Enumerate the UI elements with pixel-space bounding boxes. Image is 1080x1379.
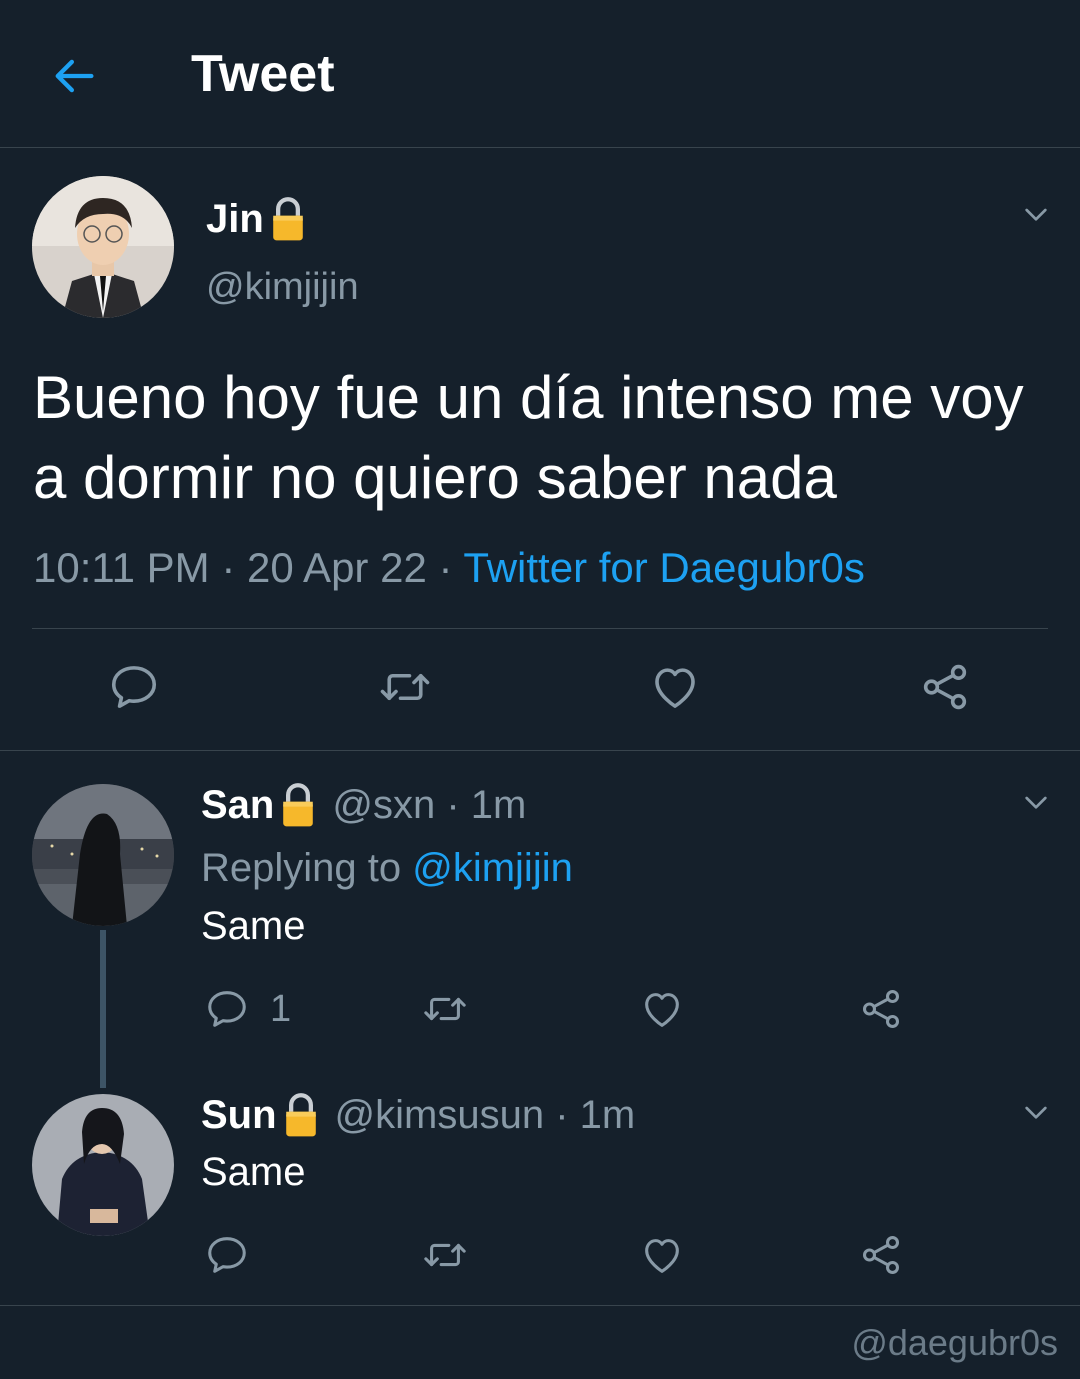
lock-icon — [281, 1092, 321, 1138]
reply-button[interactable]: 1 — [204, 986, 291, 1032]
tweet-text: Bueno hoy fue un día intenso me voy a do… — [33, 364, 1024, 511]
reply-header: Sun @kimsusun · 1m — [201, 1092, 635, 1138]
speech-bubble-icon — [204, 1232, 250, 1278]
reply-button[interactable] — [204, 1232, 250, 1278]
share-icon — [858, 1232, 904, 1278]
avatar[interactable] — [32, 1094, 174, 1236]
like-button[interactable] — [648, 660, 702, 714]
retweet-icon — [376, 660, 434, 714]
tweet-meta: 10:11 PM · 20 Apr 22 · Twitter for Daegu… — [33, 544, 865, 592]
retweet-icon — [420, 1232, 470, 1278]
author-handle[interactable]: @kimjijin — [206, 266, 359, 309]
reply-handle[interactable]: @kimsusun · 1m — [335, 1093, 636, 1138]
reply-handle[interactable]: @sxn · 1m — [332, 783, 526, 828]
avatar[interactable] — [32, 784, 174, 926]
chevron-down-icon[interactable] — [1020, 1096, 1052, 1128]
replying-to: Replying to @kimjijin — [201, 846, 573, 891]
retweet-button[interactable] — [420, 1232, 470, 1278]
chevron-down-icon[interactable] — [1020, 198, 1052, 230]
tweet-time: 10:11 PM — [33, 544, 210, 591]
share-icon — [918, 660, 972, 714]
thread-line — [100, 930, 106, 1088]
watermark: @daegubr0s — [851, 1322, 1058, 1363]
client-link[interactable]: Twitter for Daegubr0s — [463, 544, 865, 591]
divider — [0, 750, 1080, 751]
reply-text: Same — [201, 1150, 306, 1194]
heart-icon — [639, 1232, 685, 1278]
retweet-icon — [420, 986, 470, 1032]
reply-author-name[interactable]: San — [201, 783, 274, 828]
avatar[interactable] — [32, 176, 174, 318]
top-bar: Tweet — [0, 0, 1080, 148]
heart-icon — [639, 986, 685, 1032]
chevron-down-icon[interactable] — [1020, 786, 1052, 818]
tweet-date: 20 Apr 22 — [246, 544, 427, 591]
speech-bubble-icon — [204, 986, 250, 1032]
retweet-button[interactable] — [420, 986, 470, 1032]
share-button[interactable] — [858, 1232, 904, 1278]
lock-icon — [268, 196, 308, 242]
lock-icon — [278, 782, 318, 828]
share-button[interactable] — [918, 660, 972, 714]
like-button[interactable] — [639, 986, 685, 1032]
divider — [0, 1305, 1080, 1306]
reply-author-name[interactable]: Sun — [201, 1093, 277, 1138]
author-name: Jin — [206, 196, 264, 241]
share-icon — [858, 986, 904, 1032]
arrow-left-icon — [55, 59, 94, 93]
mention-link[interactable]: @kimjijin — [412, 846, 573, 890]
replying-to-label: Replying to — [201, 846, 413, 890]
meta-separator: · — [426, 544, 464, 591]
speech-bubble-icon — [107, 660, 161, 714]
like-button[interactable] — [639, 1232, 685, 1278]
share-button[interactable] — [858, 986, 904, 1032]
meta-separator: · — [209, 544, 247, 591]
author-name-row[interactable]: Jin — [206, 196, 308, 242]
retweet-button[interactable] — [376, 660, 434, 714]
divider — [32, 628, 1048, 629]
reply-button[interactable] — [107, 660, 161, 714]
page-title: Tweet — [191, 45, 335, 103]
reply-header: San @sxn · 1m — [201, 782, 526, 828]
back-button[interactable] — [48, 50, 100, 102]
reply-text: Same — [201, 904, 306, 948]
heart-icon — [648, 660, 702, 714]
reply-count: 1 — [270, 987, 292, 1030]
